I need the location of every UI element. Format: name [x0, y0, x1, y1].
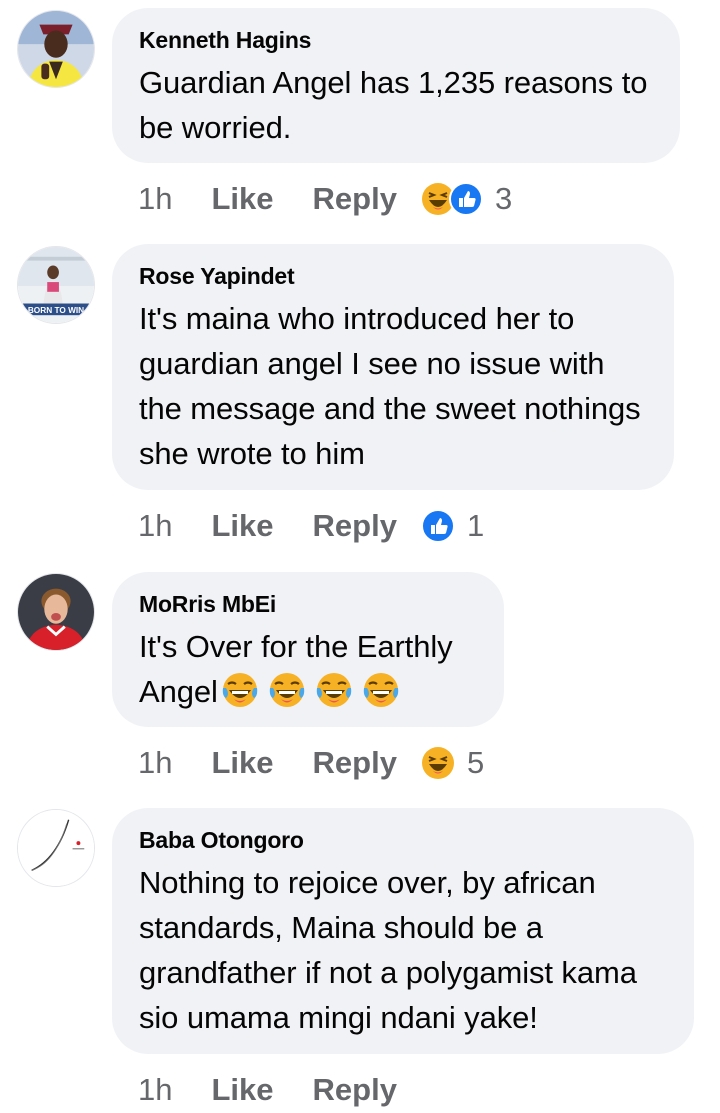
comment-author[interactable]: Rose Yapindet [139, 262, 648, 290]
comment-bubble: Baba Otongoro Nothing to rejoice over, b… [112, 808, 694, 1054]
comment-timestamp[interactable]: 1h [138, 745, 172, 781]
comment-timestamp[interactable]: 1h [138, 508, 172, 544]
comment-timestamp[interactable]: 1h [138, 1072, 172, 1108]
tears-of-joy-emoji-icon [267, 670, 307, 710]
like-button[interactable]: Like [211, 1072, 273, 1108]
comment-author[interactable]: MoRris MbEi [139, 590, 478, 618]
reply-button[interactable]: Reply [313, 181, 397, 217]
comment-author[interactable]: Baba Otongoro [139, 826, 668, 854]
comment-text-line: Angel [139, 669, 478, 714]
like-reaction-icon [448, 182, 483, 216]
reaction-count: 5 [466, 745, 485, 780]
reaction-summary[interactable]: 3 [421, 181, 512, 217]
tears-of-joy-emoji-icon [361, 670, 401, 710]
comment-bubble: MoRris MbEi It's Over for the Earthly An… [112, 572, 504, 727]
avatar[interactable] [17, 573, 95, 651]
comment-actions: 1h Like Reply 1 [138, 503, 484, 549]
comment-timestamp[interactable]: 1h [138, 181, 172, 217]
comment-actions: 1h Like Reply 3 [138, 176, 512, 222]
comment-bubble: Kenneth Hagins Guardian Angel has 1,235 … [112, 8, 680, 163]
reaction-count: 1 [466, 508, 485, 543]
like-button[interactable]: Like [211, 745, 273, 781]
avatar[interactable] [17, 809, 95, 887]
avatar[interactable]: BORN TO WIN [17, 246, 95, 324]
reply-button[interactable]: Reply [313, 745, 397, 781]
comment-actions: 1h Like Reply 5 [138, 740, 484, 786]
comment-text-line: It's Over for the Earthly [139, 629, 453, 664]
tears-of-joy-emoji-icon [314, 670, 354, 710]
avatar-caption: BORN TO WIN [28, 306, 84, 315]
comment-bubble: Rose Yapindet It's maina who introduced … [112, 244, 674, 490]
comment-text-fragment: Angel [139, 674, 218, 709]
reply-button[interactable]: Reply [313, 1072, 397, 1108]
haha-reaction-icon [421, 746, 455, 780]
like-button[interactable]: Like [211, 181, 273, 217]
like-reaction-icon [420, 509, 455, 543]
tears-of-joy-emoji-icon [220, 670, 260, 710]
reply-button[interactable]: Reply [313, 508, 397, 544]
comment-text: It's maina who introduced her to guardia… [139, 301, 641, 471]
reaction-summary[interactable]: 1 [420, 508, 485, 544]
comment-author[interactable]: Kenneth Hagins [139, 26, 654, 54]
comment-text: Guardian Angel has 1,235 reasons to be w… [139, 65, 648, 145]
reaction-summary[interactable]: 5 [421, 745, 484, 781]
reaction-count: 3 [494, 181, 513, 216]
like-button[interactable]: Like [211, 508, 273, 544]
comment-text: Nothing to rejoice over, by african stan… [139, 865, 637, 1035]
avatar[interactable] [17, 10, 95, 88]
comment-actions: 1h Like Reply [138, 1067, 421, 1113]
comment-text: It's Over for the Earthly Angel [139, 624, 478, 714]
